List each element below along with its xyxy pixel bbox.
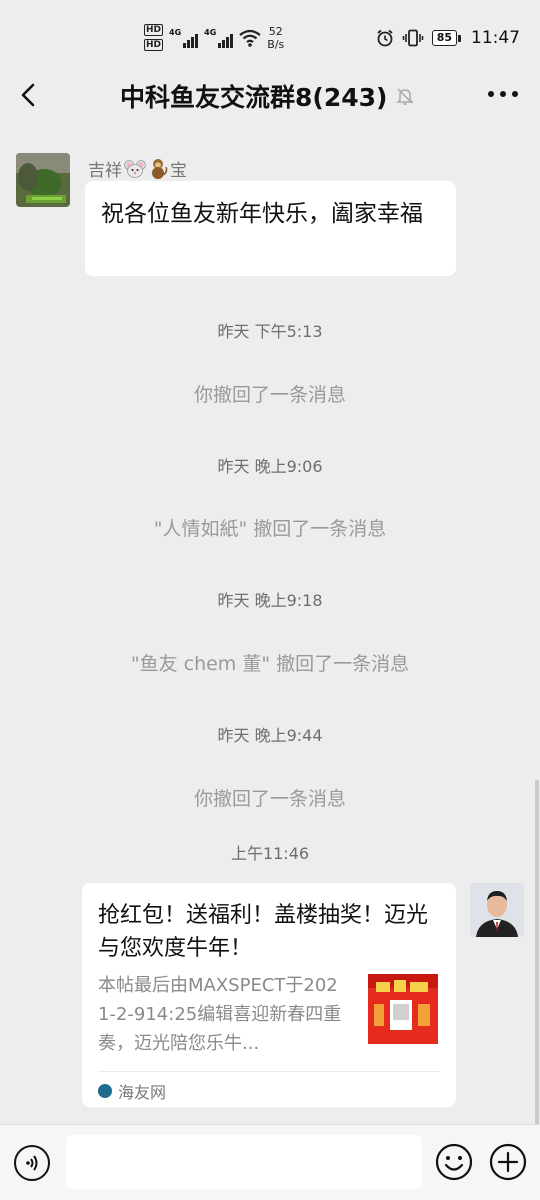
card-title: 抢红包！送福利！盖楼抽奖！迈光与您欢度牛年！ bbox=[98, 903, 429, 961]
alarm-icon bbox=[377, 29, 393, 47]
message-bubble[interactable]: 祝各位鱼友新年快乐，阖家幸福 bbox=[85, 181, 456, 276]
monkey-emoji-icon bbox=[152, 158, 168, 179]
back-icon[interactable] bbox=[14, 80, 44, 110]
more-icon[interactable] bbox=[486, 84, 520, 104]
page-title: 中科鱼友交流群8(243) bbox=[120, 83, 388, 112]
timestamp: 昨天 晚上9:06 bbox=[217, 457, 323, 476]
timestamp: 昨天 下午5:13 bbox=[217, 322, 323, 341]
voice-button[interactable] bbox=[14, 1145, 50, 1181]
vibrate-icon bbox=[402, 29, 423, 47]
voice-icon bbox=[26, 1155, 38, 1171]
chat-header: 中科鱼友交流群8(243) bbox=[0, 72, 540, 120]
status-left: HD HD 4G 4G 52 B/s bbox=[144, 24, 284, 51]
recall-notice: 你撤回了一条消息 bbox=[193, 384, 346, 406]
timestamp: 昨天 晚上9:18 bbox=[217, 591, 323, 610]
emoji-icon[interactable] bbox=[435, 1143, 473, 1181]
wifi-icon bbox=[239, 29, 261, 47]
source-name: 海友网 bbox=[118, 1083, 167, 1102]
message-text: 祝各位鱼友新年快乐，阖家幸福 bbox=[101, 201, 423, 227]
message-input[interactable] bbox=[66, 1135, 422, 1189]
clock: 11:47 bbox=[471, 28, 520, 48]
card-source: 海友网 bbox=[98, 1079, 166, 1103]
recall-notice: "人情如紙" 撤回了一条消息 bbox=[153, 518, 387, 540]
timestamp: 昨天 晚上9:44 bbox=[217, 726, 323, 745]
link-card[interactable]: 抢红包！送福利！盖楼抽奖！迈光与您欢度牛年！ 本帖最后由MAXSPECT于202… bbox=[82, 883, 456, 1107]
signal-icon: 4G bbox=[204, 28, 234, 48]
recall-notice: 你撤回了一条消息 bbox=[193, 788, 346, 810]
avatar[interactable] bbox=[16, 153, 70, 207]
mute-icon bbox=[396, 88, 415, 105]
recall-notice: "鱼友 chem 董" 撤回了一条消息 bbox=[130, 653, 410, 675]
status-bar: HD HD 4G 4G 52 B/s 85 11:47 bbox=[0, 0, 540, 72]
card-divider bbox=[98, 1071, 440, 1072]
input-bar bbox=[0, 1124, 540, 1200]
mouse-emoji-icon bbox=[124, 159, 146, 178]
hd-icon: HD bbox=[144, 24, 164, 36]
network-speed: 52 B/s bbox=[267, 24, 285, 51]
plus-icon[interactable] bbox=[489, 1143, 527, 1181]
card-thumbnail bbox=[368, 974, 438, 1044]
card-description: 本帖最后由MAXSPECT于2021-2-914:25编辑喜迎新春四重奏，迈光陪… bbox=[98, 975, 342, 1054]
hd-indicators: HD HD bbox=[144, 24, 164, 51]
timestamp: 上午11:46 bbox=[230, 844, 310, 863]
source-logo-icon bbox=[98, 1084, 112, 1098]
hd-icon: HD bbox=[144, 39, 164, 51]
battery-icon: 85 bbox=[431, 30, 462, 46]
title-area[interactable]: 中科鱼友交流群8(243) bbox=[120, 78, 415, 114]
signal-icon: 4G bbox=[169, 28, 199, 48]
scrollbar[interactable] bbox=[535, 780, 539, 1125]
status-right: 85 11:47 bbox=[376, 28, 520, 48]
avatar-self[interactable] bbox=[470, 883, 524, 937]
sender-name: 吉祥 宝 bbox=[88, 156, 187, 181]
